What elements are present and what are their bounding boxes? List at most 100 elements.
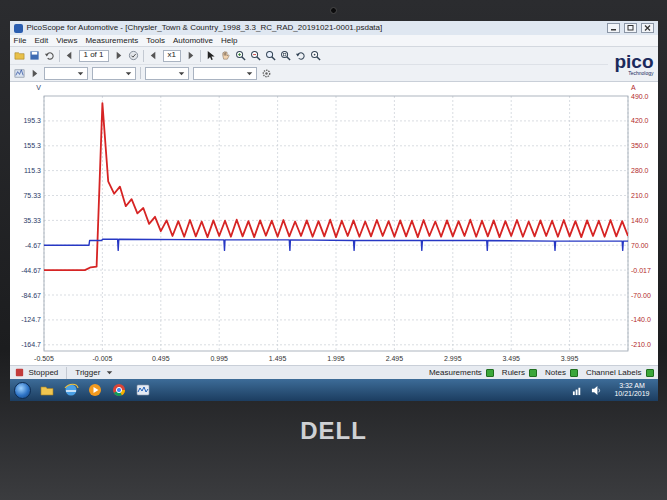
grid-line xyxy=(160,96,161,351)
explorer-icon[interactable] xyxy=(39,382,55,398)
dropdown-icon xyxy=(104,367,115,378)
undo-icon[interactable] xyxy=(44,50,55,61)
menu-item[interactable]: Edit xyxy=(34,36,48,46)
left-axis-tick: -124.7 xyxy=(21,316,41,323)
grid-line xyxy=(335,96,336,351)
page-field[interactable]: 1 of 1 xyxy=(79,50,109,62)
save-icon[interactable] xyxy=(29,50,40,61)
left-axis-tick: 115.3 xyxy=(24,167,41,174)
separator xyxy=(200,50,201,62)
separator xyxy=(59,50,60,62)
series-axis xyxy=(44,103,628,270)
right-axis-tick: -210.0 xyxy=(631,341,651,348)
close-icon[interactable] xyxy=(641,23,654,33)
timebase-dropdown[interactable] xyxy=(44,67,88,80)
grid xyxy=(44,96,628,351)
media-player-icon[interactable] xyxy=(87,382,103,398)
toggle-indicator-icon xyxy=(529,369,537,377)
menu-item[interactable]: File xyxy=(14,36,27,46)
picoscope-icon[interactable] xyxy=(135,382,151,398)
toggle-label: Channel Labels xyxy=(586,368,642,378)
toggle-group: Measurements Rulers Notes Channel Labels xyxy=(429,368,654,378)
trigger-label: Trigger xyxy=(75,368,100,378)
samples-dropdown[interactable] xyxy=(92,67,136,80)
menu-item[interactable]: Automotive xyxy=(173,36,213,46)
x-axis-tick: -0.005 xyxy=(92,355,112,362)
toolbar-row: 1 of 1 x1 xyxy=(10,47,609,64)
right-axis-tick: 490.0 xyxy=(631,93,649,100)
zoom-undo-icon[interactable] xyxy=(295,50,306,61)
series-color xyxy=(44,103,628,270)
trigger-dropdown[interactable]: Trigger xyxy=(75,367,115,378)
zoom-area-icon[interactable] xyxy=(265,50,276,61)
left-axis-tick: 195.3 xyxy=(23,117,41,124)
run-state[interactable]: Stopped xyxy=(14,367,59,378)
menu-item[interactable]: Views xyxy=(56,36,77,46)
clock[interactable]: 3:32 AM 10/21/2019 xyxy=(610,382,653,398)
toolbar: 1 of 1 x1 xyxy=(10,47,658,82)
zoom-fit-icon[interactable] xyxy=(280,50,291,61)
logo-text: pico xyxy=(614,52,653,71)
right-axis-tick: -0.017 xyxy=(631,267,651,274)
volume-icon[interactable] xyxy=(591,385,602,396)
zoom-in-icon[interactable] xyxy=(235,50,246,61)
series-group xyxy=(44,103,628,270)
probe-dropdown[interactable] xyxy=(193,67,257,80)
grid-line xyxy=(218,96,219,351)
grid-line xyxy=(44,270,628,271)
check-icon[interactable] xyxy=(128,50,139,61)
toggle-indicator-icon xyxy=(570,369,578,377)
grid-line xyxy=(44,170,628,171)
open-icon[interactable] xyxy=(14,50,25,61)
plot-frame xyxy=(44,96,628,351)
menu-item[interactable]: Tools xyxy=(146,36,165,46)
range-dropdown[interactable] xyxy=(145,67,189,80)
series-layer xyxy=(44,103,628,270)
menu-item[interactable]: Help xyxy=(221,36,237,46)
toggle-indicator-icon xyxy=(646,369,654,377)
x-axis-tick: 1.495 xyxy=(268,355,286,362)
separator xyxy=(143,50,144,62)
right-axis-tick: 350.0 xyxy=(631,142,649,149)
pointer-icon[interactable] xyxy=(205,50,216,61)
zoom-reset-icon[interactable] xyxy=(310,50,321,61)
toggle-button[interactable]: Channel Labels xyxy=(586,368,654,378)
zoom-field[interactable]: x1 xyxy=(163,50,181,62)
channel-icon[interactable] xyxy=(14,68,25,79)
next-icon[interactable] xyxy=(113,50,124,61)
scope-view[interactable]: VA195.3155.3115.375.3335.33-4.67-44.67-8… xyxy=(10,82,658,365)
toggle-button[interactable]: Measurements xyxy=(429,368,494,378)
maximize-icon[interactable] xyxy=(624,23,637,33)
series-axis xyxy=(44,239,628,250)
x-axis-tick: 0.995 xyxy=(210,355,228,362)
right-axis-unit: A xyxy=(631,84,636,91)
network-icon[interactable] xyxy=(572,385,583,396)
grid-line xyxy=(277,96,278,351)
state-label: Stopped xyxy=(29,368,59,378)
logo-subtitle: Technology xyxy=(614,71,653,76)
separator xyxy=(140,67,141,79)
decrease-icon[interactable] xyxy=(148,50,159,61)
menu-bar: File Edit Views Measurements Tools Automotive… xyxy=(10,35,658,47)
toggle-indicator-icon xyxy=(486,369,494,377)
menu-item[interactable]: Measurements xyxy=(85,36,138,46)
waveform-line xyxy=(44,239,628,250)
chrome-icon[interactable] xyxy=(111,382,127,398)
hand-icon[interactable] xyxy=(220,50,231,61)
toggle-button[interactable]: Notes xyxy=(545,368,578,378)
zoom-out-icon[interactable] xyxy=(250,50,261,61)
window-title: PicoScope for Automotive - [Chrysler_Tow… xyxy=(27,23,603,33)
x-axis-tick: 2.995 xyxy=(444,355,462,362)
increase-icon[interactable] xyxy=(185,50,196,61)
minimize-icon[interactable] xyxy=(607,23,620,33)
toggle-button[interactable]: Rulers xyxy=(502,368,537,378)
left-axis-tick: -4.67 xyxy=(25,242,41,249)
previous-icon[interactable] xyxy=(64,50,75,61)
play-icon[interactable] xyxy=(29,68,40,79)
start-icon[interactable] xyxy=(14,382,31,399)
x-axis-tick: 1.995 xyxy=(327,355,345,362)
right-axis-tick: 420.0 xyxy=(631,117,649,124)
settings-icon[interactable] xyxy=(261,68,272,79)
browser-icon[interactable] xyxy=(63,382,79,398)
waveform-chart[interactable]: VA195.3155.3115.375.3335.33-4.67-44.67-8… xyxy=(10,82,658,365)
